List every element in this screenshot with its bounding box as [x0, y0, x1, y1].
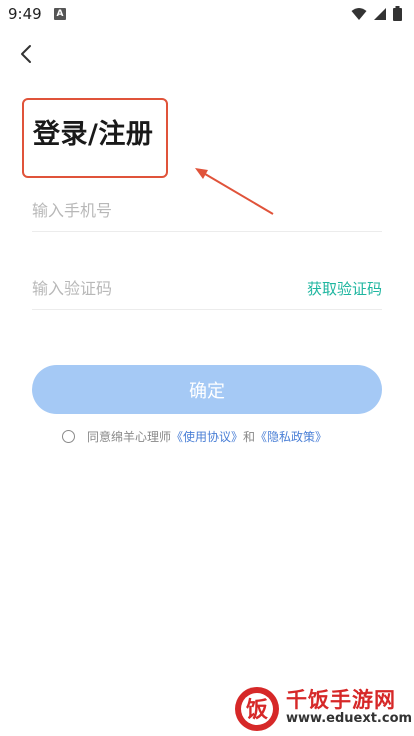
phone-input[interactable] — [32, 192, 272, 228]
terms-link[interactable]: 《使用协议》 — [171, 428, 243, 445]
code-field: 获取验证码 — [32, 270, 382, 310]
agreement-radio[interactable] — [62, 430, 75, 443]
watermark-url: www.eduext.com — [286, 711, 413, 726]
agreement-prefix: 同意绵羊心理师 — [87, 430, 172, 444]
watermark-logo: 饭 — [235, 687, 279, 731]
page-title: 登录/注册 — [33, 119, 154, 150]
agreement-conjunction: 和 — [243, 430, 256, 444]
wifi-icon — [351, 7, 367, 20]
back-button[interactable] — [12, 40, 40, 68]
phone-field — [32, 192, 382, 232]
privacy-link[interactable]: 《隐私政策》 — [255, 428, 327, 445]
get-code-button[interactable]: 获取验证码 — [307, 278, 382, 299]
chevron-left-icon — [21, 45, 31, 63]
status-time: 9:49 — [8, 5, 42, 23]
status-bar: 9:49 A — [0, 0, 414, 30]
watermark-site-name: 千饭手游网 — [286, 688, 396, 712]
watermark: 饭 千饭手游网 www.eduext.com — [230, 680, 414, 736]
notification-a-icon: A — [54, 8, 66, 20]
battery-icon — [393, 6, 402, 21]
agreement-row: 同意绵羊心理师 《使用协议》 和 《隐私政策》 — [62, 428, 327, 445]
confirm-button[interactable]: 确定 — [32, 365, 382, 414]
code-input[interactable] — [32, 270, 272, 306]
status-icons — [351, 6, 402, 21]
watermark-logo-glyph: 饭 — [246, 697, 268, 723]
signal-icon — [374, 7, 386, 20]
